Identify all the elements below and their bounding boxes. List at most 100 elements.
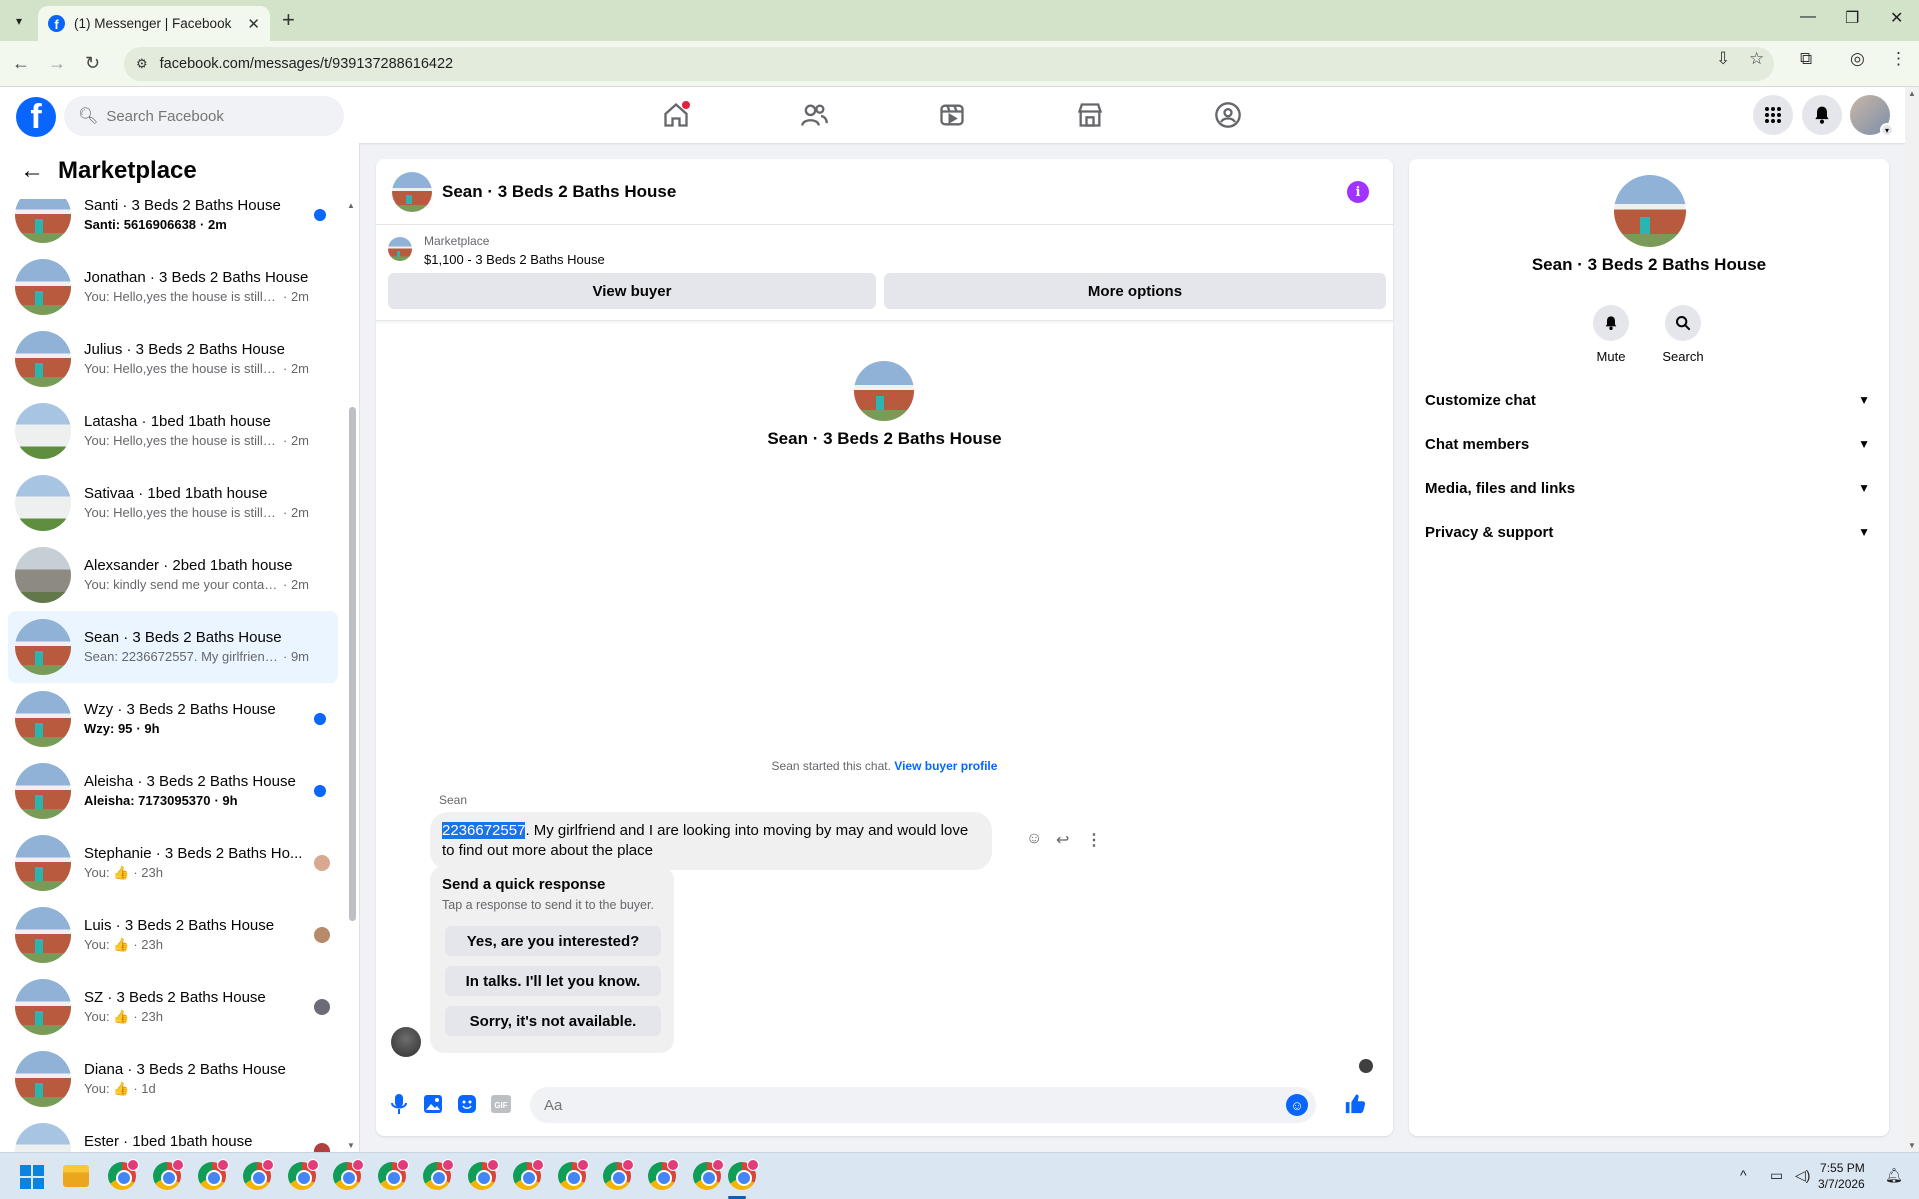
conversation-item[interactable]: Stephanie · 3 Beds 2 Baths Ho... You: 👍 · … xyxy=(8,827,338,899)
menu-grid-icon[interactable] xyxy=(1753,95,1793,135)
chrome-app-icon[interactable] xyxy=(423,1159,454,1190)
media-files-links-section[interactable]: Media, files and links ▼ xyxy=(1425,470,1880,506)
search-magnifier-icon[interactable] xyxy=(1665,305,1701,341)
new-tab-icon[interactable]: + xyxy=(282,9,295,31)
message-bubble[interactable]: 2236672557. My girlfriend and I are look… xyxy=(430,812,992,870)
taskbar-clock[interactable]: 7:55 PM 3/7/2026 xyxy=(1818,1160,1865,1192)
groups-nav-icon[interactable] xyxy=(1212,99,1244,131)
conversation-item[interactable]: Latasha · 1bed 1bath house You: Hello,yes… xyxy=(8,395,338,467)
facebook-search-input[interactable] xyxy=(106,107,307,125)
chat-title[interactable]: Sean · 3 Beds 2 Baths House xyxy=(442,182,676,202)
close-window-icon[interactable]: ✕ xyxy=(1890,8,1903,28)
conversation-item[interactable]: Luis · 3 Beds 2 Baths House You: 👍 · 23h xyxy=(8,899,338,971)
emoji-icon[interactable]: ☺ xyxy=(1286,1094,1308,1116)
conversation-item[interactable]: SZ · 3 Beds 2 Baths House You: 👍 · 23h xyxy=(8,971,338,1043)
minimize-icon[interactable]: — xyxy=(1800,8,1816,26)
chrome-app-icon[interactable] xyxy=(198,1159,229,1190)
listing-thumbnail[interactable] xyxy=(388,237,412,261)
sender-avatar[interactable] xyxy=(391,1027,421,1057)
forward-icon[interactable]: → xyxy=(48,53,66,74)
friends-nav-icon[interactable] xyxy=(798,99,830,131)
conversation-item[interactable]: Julius · 3 Beds 2 Baths House You: Hello,… xyxy=(8,323,338,395)
conversation-item[interactable]: Ester · 1bed 1bath houseYou: 👍· 1d xyxy=(8,1115,338,1152)
chrome-app-icon[interactable] xyxy=(513,1159,544,1190)
mute-bell-icon[interactable] xyxy=(1593,305,1629,341)
volume-icon[interactable]: ◁) xyxy=(1795,1167,1810,1184)
chrome-app-icon[interactable] xyxy=(378,1159,409,1190)
conversation-item[interactable]: Sativaa · 1bed 1bath house You: Hello,yes… xyxy=(8,467,338,539)
network-icon[interactable]: ▭ xyxy=(1770,1167,1783,1184)
notification-center-icon[interactable]: 🔔︎ xyxy=(1885,1167,1903,1184)
selected-phone-text[interactable]: 2236672557 xyxy=(442,822,526,839)
sticker-icon[interactable] xyxy=(456,1093,478,1115)
chrome-app-icon[interactable] xyxy=(108,1159,139,1190)
back-icon[interactable]: ← xyxy=(12,53,30,74)
tray-chevron-icon[interactable]: ^ xyxy=(1740,1167,1747,1183)
chrome-app-icon[interactable] xyxy=(693,1159,724,1190)
extensions-icon[interactable]: ⧉ xyxy=(1800,49,1812,69)
conversation-item[interactable]: Alexsander · 2bed 1bath house You: kindly… xyxy=(8,539,338,611)
message-more-icon[interactable]: ⋮ xyxy=(1086,830,1102,850)
video-nav-icon[interactable] xyxy=(936,99,968,131)
message-input-box[interactable]: ☺ xyxy=(530,1087,1316,1123)
search-action[interactable]: Search xyxy=(1653,305,1713,364)
address-bar[interactable]: ⚙ facebook.com/messages/t/93913728861642… xyxy=(124,47,1774,81)
conversation-item[interactable]: Wzy · 3 Beds 2 Baths House Wzy: 95 · 9h xyxy=(8,683,338,755)
sidebar-scroll-thumb[interactable] xyxy=(349,407,356,921)
conversation-item[interactable]: Jonathan · 3 Beds 2 Baths House You: Hell… xyxy=(8,251,338,323)
chrome-app-icon[interactable] xyxy=(333,1159,364,1190)
chat-header-thumbnail[interactable] xyxy=(392,171,432,212)
facebook-search[interactable]: 🔍︎ xyxy=(64,96,344,136)
facebook-logo-icon[interactable]: f xyxy=(16,97,56,137)
page-scrollbar[interactable]: ▲ ▼ xyxy=(1905,87,1919,1152)
site-info-icon[interactable]: ⚙ xyxy=(136,56,148,72)
view-buyer-button[interactable]: View buyer xyxy=(388,273,876,309)
install-app-icon[interactable]: ⇩ xyxy=(1716,49,1730,69)
browser-tab[interactable]: f (1) Messenger | Facebook ✕ xyxy=(38,6,270,41)
quick-response-sorry-button[interactable]: Sorry, it's not available. xyxy=(445,1006,661,1036)
quick-response-yes-button[interactable]: Yes, are you interested? xyxy=(445,926,661,956)
info-avatar[interactable] xyxy=(1614,175,1686,247)
reply-icon[interactable]: ↩ xyxy=(1056,830,1069,850)
browser-menu-icon[interactable]: ⋮ xyxy=(1890,49,1907,69)
bookmark-star-icon[interactable]: ☆ xyxy=(1749,49,1764,69)
chrome-app-icon[interactable] xyxy=(243,1159,274,1190)
conversation-item[interactable]: Aleisha · 3 Beds 2 Baths House Aleisha: 7… xyxy=(8,755,338,827)
chrome-app-icon[interactable] xyxy=(603,1159,634,1190)
chrome-app-icon[interactable] xyxy=(153,1159,184,1190)
view-buyer-profile-link[interactable]: View buyer profile xyxy=(894,759,997,773)
restore-icon[interactable]: ❐ xyxy=(1845,8,1859,28)
privacy-support-section[interactable]: Privacy & support ▼ xyxy=(1425,514,1880,550)
back-arrow-icon[interactable]: ← xyxy=(20,157,44,185)
tab-close-icon[interactable]: ✕ xyxy=(247,15,260,33)
url-text[interactable]: facebook.com/messages/t/939137288616422 xyxy=(160,56,453,72)
notifications-bell-icon[interactable] xyxy=(1802,95,1842,135)
marketplace-nav-icon[interactable] xyxy=(1074,99,1106,131)
thumbs-up-icon[interactable] xyxy=(1342,1093,1368,1115)
customize-chat-section[interactable]: Customize chat ▼ xyxy=(1425,382,1880,418)
file-explorer-icon[interactable] xyxy=(63,1165,89,1187)
chat-members-section[interactable]: Chat members ▼ xyxy=(1425,426,1880,462)
message-input[interactable] xyxy=(544,1096,1264,1114)
chrome-app-icon[interactable] xyxy=(468,1159,499,1190)
more-options-button[interactable]: More options xyxy=(884,273,1386,309)
chrome-app-icon[interactable] xyxy=(288,1159,319,1190)
windows-start-icon[interactable] xyxy=(20,1165,44,1189)
conversation-item[interactable]: Diana · 3 Beds 2 Baths House You: 👍 · 1d xyxy=(8,1043,338,1115)
mute-action[interactable]: Mute xyxy=(1581,305,1641,364)
home-nav-icon[interactable] xyxy=(660,99,692,131)
quick-response-in-talks-button[interactable]: In talks. I'll let you know. xyxy=(445,966,661,996)
conversation-item[interactable]: Sean · 3 Beds 2 Baths House Sean: 2236672… xyxy=(8,611,338,683)
profile-icon[interactable]: ◎ xyxy=(1850,49,1865,69)
microphone-icon[interactable] xyxy=(388,1093,410,1115)
chrome-app-icon[interactable] xyxy=(728,1159,759,1190)
chrome-app-icon[interactable] xyxy=(648,1159,679,1190)
photo-icon[interactable] xyxy=(422,1093,444,1115)
listing-price[interactable]: $1,100 - 3 Beds 2 Baths House xyxy=(424,252,605,267)
react-emoji-icon[interactable]: ☺ xyxy=(1026,830,1042,848)
info-icon[interactable]: i xyxy=(1347,181,1369,203)
gif-icon[interactable]: GIF xyxy=(490,1093,512,1115)
tab-search-chevron-icon[interactable]: ▾ xyxy=(8,10,30,32)
chrome-app-icon[interactable] xyxy=(558,1159,589,1190)
account-avatar[interactable]: ▾ xyxy=(1850,95,1894,137)
